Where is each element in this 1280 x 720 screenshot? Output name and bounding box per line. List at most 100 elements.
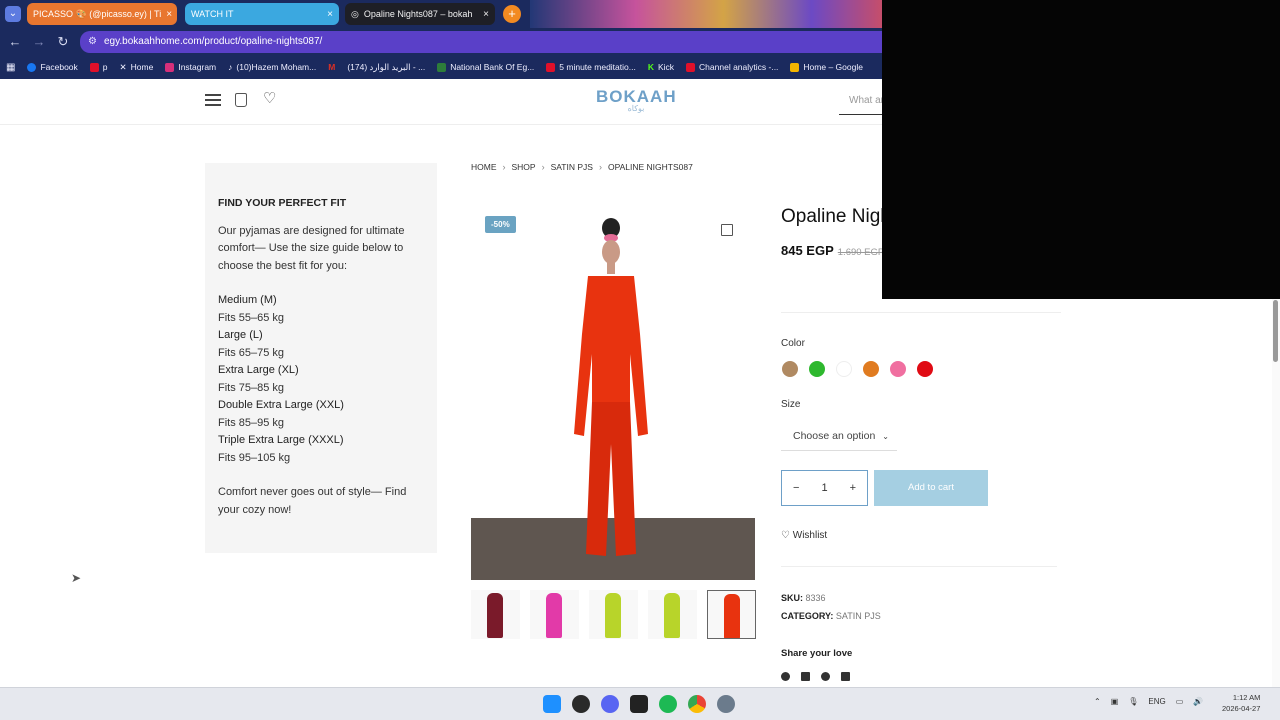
youtube-icon: [686, 62, 696, 72]
app-icon[interactable]: [630, 695, 648, 713]
language-indicator[interactable]: ENG: [1148, 697, 1165, 706]
increase-button[interactable]: +: [850, 482, 856, 494]
fit-guide-intro: Our pyjamas are designed for ultimate co…: [218, 224, 405, 272]
apps-icon[interactable]: ▦: [6, 62, 15, 73]
category-value[interactable]: SATIN PJS: [836, 611, 881, 621]
bookmark-channel-analytics[interactable]: Channel analytics -...: [686, 62, 778, 72]
wishlist-heart-icon[interactable]: ♡: [263, 89, 276, 107]
chevron-right-icon: ›: [598, 162, 602, 172]
old-price: 1.690 EGP: [837, 247, 882, 258]
decrease-button[interactable]: −: [793, 482, 799, 494]
cart-bag-icon[interactable]: [235, 93, 247, 107]
kick-icon: K: [647, 62, 654, 72]
thumbnail[interactable]: [530, 590, 579, 639]
wishlist-label: Wishlist: [792, 530, 828, 541]
size-name: Triple Extra Large (XXXL): [218, 434, 344, 446]
divider: [781, 566, 1057, 567]
divider: [781, 312, 1061, 313]
site-info-icon[interactable]: ⚙: [88, 31, 97, 53]
bookmark-meditation[interactable]: 5 minute meditatio...: [546, 62, 636, 72]
network-icon[interactable]: ▭: [1176, 697, 1184, 706]
x-icon: ✕: [119, 61, 127, 72]
size-name: Large (L): [218, 329, 263, 341]
windows-start-icon[interactable]: [543, 695, 561, 713]
tab-watch-it[interactable]: WATCH IT ×: [185, 3, 339, 25]
new-tab-button[interactable]: +: [503, 5, 521, 23]
bank-icon: [437, 62, 447, 72]
breadcrumb-home[interactable]: HOME: [471, 162, 497, 172]
browser-tab-strip: ⌄ PICASSO 🎨 (@picasso.ey) | Ti × WATCH I…: [0, 0, 882, 28]
clock-date: 2026-04-27: [1222, 704, 1261, 713]
bookmark-inbox[interactable]: (174) البريد الوارد - ...: [347, 62, 425, 73]
site-logo[interactable]: BOKAAH بوكاه: [596, 87, 676, 117]
linkedin-icon[interactable]: [841, 672, 850, 681]
color-swatch-green[interactable]: [809, 361, 825, 377]
system-tray: ⌃ ▣ 🎙 ENG ▭ 🔊: [1094, 697, 1203, 706]
bookmark-p[interactable]: p: [89, 62, 108, 72]
bookmark-x-home[interactable]: ✕ Home: [120, 62, 154, 73]
microphone-icon[interactable]: 🎙: [1128, 697, 1138, 706]
quantity-value[interactable]: 1: [821, 482, 827, 494]
volume-icon[interactable]: 🔊: [1193, 697, 1203, 706]
scrollbar-thumb[interactable]: [1273, 300, 1278, 362]
color-swatch-white[interactable]: [836, 361, 852, 377]
tab-picasso[interactable]: PICASSO 🎨 (@picasso.ey) | Ti ×: [27, 3, 177, 25]
x-icon[interactable]: [801, 672, 810, 681]
breadcrumb-shop[interactable]: SHOP: [512, 162, 536, 172]
facebook-icon[interactable]: [781, 672, 790, 681]
breadcrumb-category[interactable]: SATIN PJS: [551, 162, 593, 172]
app-icon[interactable]: [572, 695, 590, 713]
chrome-icon[interactable]: [688, 695, 706, 713]
close-icon[interactable]: ×: [166, 9, 172, 20]
spotify-icon[interactable]: [659, 695, 677, 713]
size-fit: Fits 65–75 kg: [218, 346, 285, 359]
forward-icon[interactable]: →: [27, 34, 51, 49]
search-input[interactable]: What are you looking for: [839, 89, 882, 115]
thumbnail[interactable]: [648, 590, 697, 639]
browser-toolbar: ← → ↻ ⚙ egy.bokaahhome.com/product/opali…: [0, 28, 882, 55]
gmail-icon: M: [328, 62, 336, 72]
pinterest-icon[interactable]: [821, 672, 830, 681]
bookmark-kick[interactable]: K Kick: [648, 62, 674, 72]
discord-icon[interactable]: [601, 695, 619, 713]
menu-icon[interactable]: [205, 94, 221, 106]
bookmark-instagram[interactable]: Instagram: [165, 62, 216, 72]
close-icon[interactable]: ×: [483, 9, 489, 20]
chevron-right-icon: ›: [541, 162, 545, 172]
fullscreen-icon[interactable]: [721, 224, 733, 236]
color-swatch-orange[interactable]: [863, 361, 879, 377]
bookmark-facebook[interactable]: Facebook: [27, 62, 78, 72]
tab-active-product[interactable]: ◎ Opaline Nights087 – bokah ×: [345, 3, 495, 25]
close-icon[interactable]: ×: [327, 9, 333, 20]
system-clock[interactable]: 1:12 AM 2026-04-27: [1222, 692, 1260, 714]
facebook-icon: [27, 62, 37, 72]
wishlist-link[interactable]: ♡ Wishlist: [781, 530, 827, 541]
thumbnail[interactable]: [589, 590, 638, 639]
add-to-cart-button[interactable]: Add to cart: [874, 470, 988, 506]
back-icon[interactable]: ←: [3, 34, 27, 49]
bookmark-gmail[interactable]: M: [328, 62, 335, 72]
size-select[interactable]: Choose an option ⌄: [781, 423, 897, 451]
color-swatch-pink[interactable]: [890, 361, 906, 377]
bookmark-tiktok[interactable]: ♪ (10)Hazem Moham...: [228, 62, 316, 72]
color-swatch-brown[interactable]: [782, 361, 798, 377]
google-ads-icon: [790, 62, 800, 72]
bookmark-google-ads[interactable]: Home – Google: [790, 62, 863, 72]
youtube-icon: [546, 62, 556, 72]
color-swatch-red[interactable]: [917, 361, 933, 377]
category-label: CATEGORY:: [781, 611, 834, 621]
fit-guide-outro: Comfort never goes out of style— Find yo…: [218, 486, 407, 516]
os-taskbar: ⌃ ▣ 🎙 ENG ▭ 🔊 1:12 AM 2026-04-27: [0, 687, 1280, 720]
tab-strip-decoration: [530, 0, 882, 28]
thumbnail[interactable]: [471, 590, 520, 639]
size-fit: Fits 55–65 kg: [218, 311, 285, 324]
bookmark-nbe[interactable]: National Bank Of Eg...: [437, 62, 534, 72]
product-main-image[interactable]: -50%: [471, 204, 755, 580]
thumbnail-selected[interactable]: [707, 590, 756, 639]
chevron-up-icon[interactable]: ⌃: [1094, 697, 1101, 706]
tab-search-button[interactable]: ⌄: [5, 6, 21, 22]
settings-gear-icon[interactable]: [717, 695, 735, 713]
tray-app-icon[interactable]: ▣: [1111, 697, 1119, 706]
address-bar[interactable]: ⚙ egy.bokaahhome.com/product/opaline-nig…: [80, 31, 882, 53]
reload-icon[interactable]: ↻: [51, 34, 75, 50]
